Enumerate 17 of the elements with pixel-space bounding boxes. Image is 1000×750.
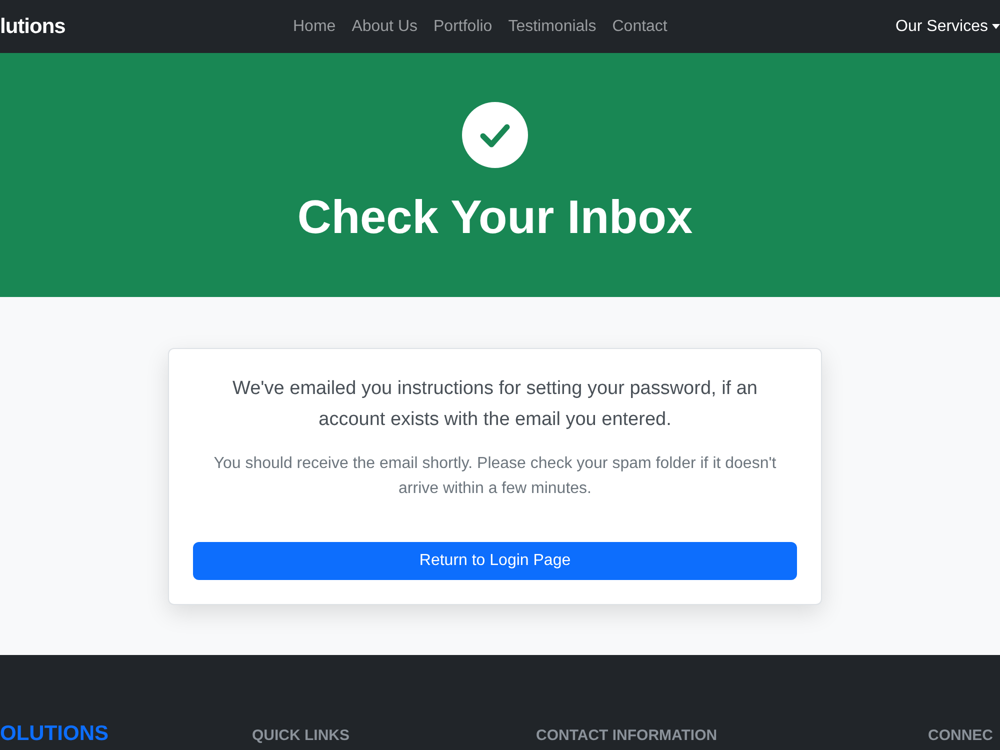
- footer-heading: CONNEC: [928, 726, 994, 744]
- footer-heading: QUICK LINKS: [252, 726, 350, 744]
- hero-title: Check Your Inbox: [297, 189, 693, 245]
- nav-link[interactable]: Portfolio: [426, 6, 500, 46]
- nav-link[interactable]: Contact: [604, 6, 676, 46]
- return-to-login-button[interactable]: Return to Login Page: [193, 542, 797, 580]
- caret-icon: [992, 24, 1000, 29]
- brand-logo-text[interactable]: lutions: [0, 10, 66, 42]
- check-circle-icon: [462, 102, 528, 168]
- services-dropdown[interactable]: Our Services: [896, 6, 1000, 46]
- spam-note: You should receive the email shortly. Please check your spam folder if it doesn't arrive within a few minutes.: [212, 454, 778, 499]
- nav-link[interactable]: Home: [285, 6, 344, 46]
- confirmation-message: We've emailed you instructions for setting your password, if an account exists with the email you entered.: [232, 377, 758, 432]
- footer-brand: OLUTIONS: [0, 722, 108, 745]
- nav-link[interactable]: About Us: [344, 6, 426, 46]
- footer-heading: CONTACT INFORMATION: [536, 726, 718, 744]
- nav-link[interactable]: Testimonials: [500, 6, 604, 46]
